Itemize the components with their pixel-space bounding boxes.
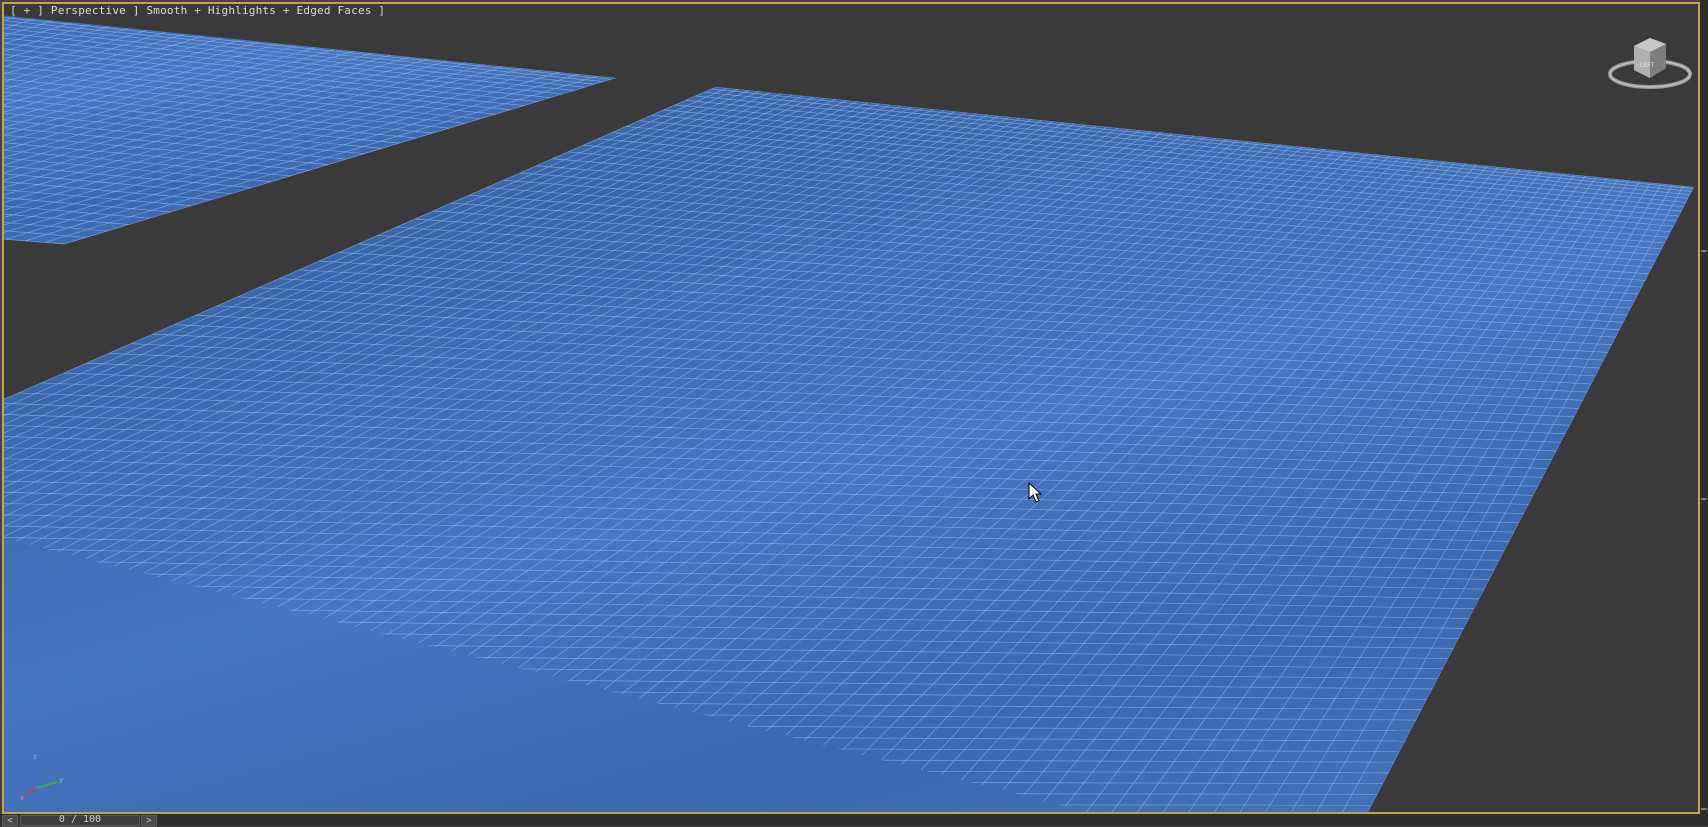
plane-mesh-front[interactable]: [4, 87, 1694, 814]
scene-canvas[interactable]: [4, 4, 1700, 814]
viewport-label[interactable]: [ + ] Perspective ] Smooth + Highlights …: [10, 4, 385, 18]
edge-tick: [1701, 250, 1707, 252]
viewcube-icon[interactable]: LEFT: [1606, 34, 1694, 94]
time-next-button[interactable]: >: [141, 815, 157, 826]
time-slider-bar: < 0 / 100 >: [0, 814, 1700, 826]
mouse-cursor-icon: [1028, 482, 1043, 503]
axis-x-label: x: [20, 794, 24, 802]
axis-z-label: z: [33, 753, 37, 761]
time-slider-label: 0 / 100: [58, 814, 102, 825]
axis-y-label: y: [59, 776, 63, 784]
edge-tick: [1701, 808, 1707, 810]
viewport-right-edge: [1700, 0, 1708, 826]
svg-text:LEFT: LEFT: [1640, 62, 1654, 69]
perspective-viewport[interactable]: [ + ] Perspective ] Smooth + Highlights …: [2, 2, 1700, 814]
time-prev-button[interactable]: <: [2, 815, 18, 826]
axis-tripod-icon: z y x: [20, 753, 63, 802]
time-slider[interactable]: 0 / 100: [20, 814, 140, 826]
edge-tick: [1701, 498, 1707, 500]
